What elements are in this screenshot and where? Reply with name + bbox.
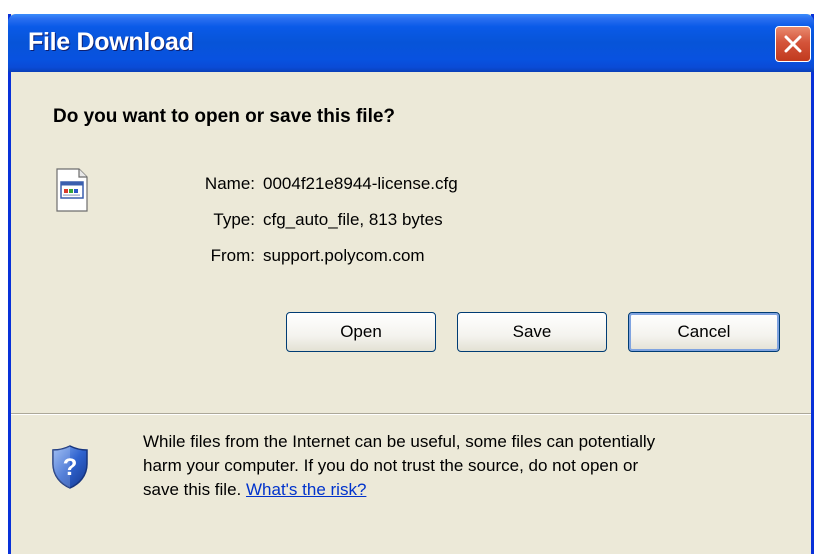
warning-line-3: save this file. What's the risk? [143,478,783,502]
type-label: Type: [213,210,255,229]
warning-line-3-text: save this file. [143,480,246,499]
name-label: Name: [204,174,255,193]
close-button[interactable] [775,26,811,62]
security-warning-text: While files from the Internet can be use… [143,430,783,502]
svg-text:?: ? [63,454,78,481]
config-file-icon [55,168,89,212]
dialog-heading: Do you want to open or save this file? [53,106,396,127]
from-value: support.polycom.com [263,246,425,265]
file-download-dialog: File Download Do you want to open or sav… [8,14,814,554]
title-bar[interactable]: File Download [8,14,814,72]
desktop-background-strip [0,0,817,14]
save-button[interactable]: Save [457,312,607,352]
close-icon [784,35,802,53]
cancel-button[interactable]: Cancel [628,312,780,352]
type-value: cfg_auto_file, 813 bytes [263,210,443,229]
window-title: File Download [28,28,194,56]
warning-line-2: harm your computer. If you do not trust … [143,456,639,475]
open-button[interactable]: Open [286,312,436,352]
security-shield-icon: ? [51,444,89,490]
whats-the-risk-link[interactable]: What's the risk? [246,480,366,499]
name-value: 0004f21e8944-license.cfg [263,174,458,193]
section-divider-highlight [11,414,811,415]
from-label: From: [210,246,255,265]
warning-line-1: While files from the Internet can be use… [143,432,656,451]
